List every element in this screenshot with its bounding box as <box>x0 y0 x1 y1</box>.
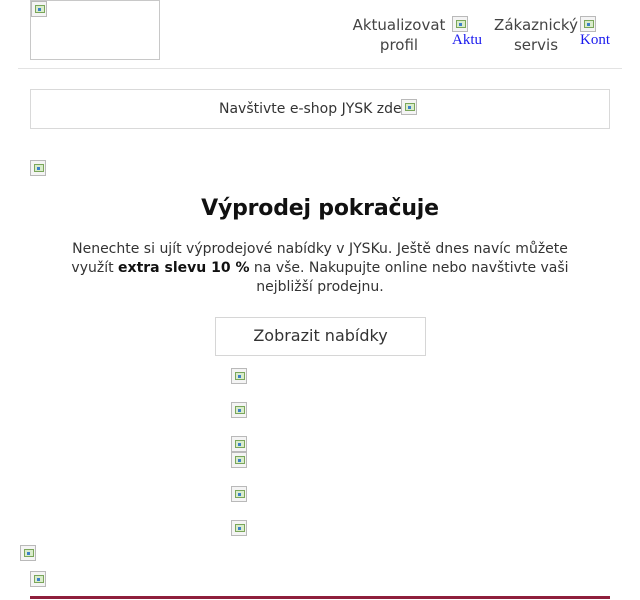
promo-image-4[interactable] <box>231 452 247 468</box>
promo-image-5[interactable] <box>231 486 247 502</box>
jysk-logo[interactable] <box>30 0 160 60</box>
promo-image-2[interactable] <box>231 402 247 418</box>
customer-service-link[interactable]: Zákaznický servis <box>494 15 578 55</box>
footer-image-2[interactable] <box>30 571 46 587</box>
update-profile-icon-alt: Aktu <box>452 32 482 48</box>
customer-service-icon[interactable]: Kont <box>580 16 610 50</box>
promo-image-3[interactable] <box>231 436 247 452</box>
show-offers-button[interactable]: Zobrazit nabídky <box>215 317 426 356</box>
footer-accent-line <box>30 596 610 599</box>
customer-service-icon-alt: Kont <box>580 32 610 48</box>
hero-image[interactable] <box>30 160 46 176</box>
update-profile-label-line1: Aktualizovat <box>352 16 446 34</box>
broken-image-icon <box>31 1 47 17</box>
broken-image-icon <box>580 16 596 32</box>
eshop-arrow-icon <box>401 99 417 115</box>
update-profile-link[interactable]: Aktualizovat profil <box>352 15 446 55</box>
campaign-description: Nenechte si ujít výprodejové nabídky v J… <box>58 240 582 297</box>
promo-image-1[interactable] <box>231 368 247 384</box>
promo-image-6[interactable] <box>231 520 247 536</box>
eshop-banner-link[interactable]: Navštivte e-shop JYSK zde <box>30 89 610 129</box>
customer-service-label-line2: servis <box>513 36 559 54</box>
eshop-banner-label: Navštivte e-shop JYSK zde <box>219 101 402 117</box>
description-discount: extra slevu 10 % <box>118 260 250 276</box>
update-profile-label-line2: profil <box>379 36 419 54</box>
header-divider <box>18 68 622 69</box>
footer-image-1[interactable] <box>20 545 36 561</box>
update-profile-icon[interactable]: Aktu <box>452 16 484 50</box>
broken-image-icon <box>452 16 468 32</box>
description-text-2: na vše. Nakupujte online nebo navštivte … <box>249 260 569 295</box>
campaign-title: Výprodej pokračuje <box>201 196 439 221</box>
customer-service-label-line1: Zákaznický <box>494 16 578 34</box>
email-header: Aktualizovat profil Aktu Zákaznický serv… <box>0 0 640 68</box>
